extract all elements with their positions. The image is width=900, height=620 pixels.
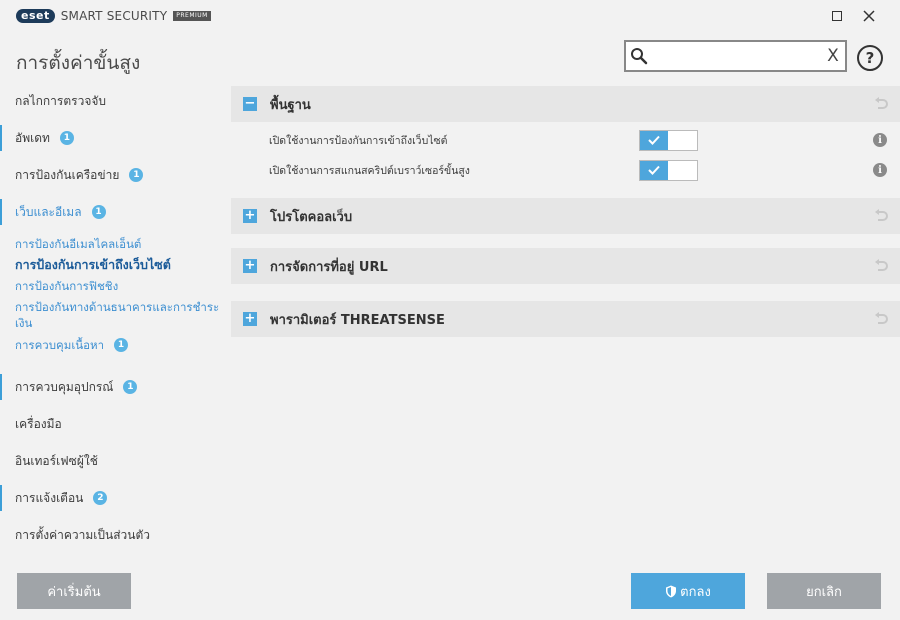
product-name: SMART SECURITY xyxy=(60,9,168,23)
sidebar-item-label: การควบคุมอุปกรณ์ xyxy=(15,379,114,394)
setting-label: เปิดใช้งานการป้องกันการเข้าถึงเว็บไซต์ xyxy=(269,134,448,147)
sidebar-item-label: การแจ้งเตือน xyxy=(15,490,84,505)
sidebar-item-user-interface[interactable]: อินเทอร์เฟซผู้ใช้ xyxy=(0,448,222,474)
setting-row-advanced-browser-script-scan: เปิดใช้งานการสแกนสคริปต์เบราว์เซอร์ขั้นส… xyxy=(231,155,900,185)
sidebar-item-label: การควบคุมเนื้อหา xyxy=(15,338,105,352)
setting-label: เปิดใช้งานการสแกนสคริปต์เบราว์เซอร์ขั้นส… xyxy=(269,164,470,177)
sidebar-item-label: อินเทอร์เฟซผู้ใช้ xyxy=(15,453,98,468)
app-logo: eset SMART SECURITY PREMIUM xyxy=(16,9,211,23)
section-threatsense-parameters[interactable]: + พารามิเตอร์ THREATSENSE xyxy=(231,301,900,337)
sidebar-item-tools[interactable]: เครื่องมือ xyxy=(0,411,222,437)
sidebar-subitem-banking-payment-protection[interactable]: การป้องกันทางด้านธนาคารและการชำระเงิน xyxy=(15,299,220,331)
maximize-button[interactable] xyxy=(826,6,848,26)
expand-icon[interactable]: + xyxy=(243,259,257,273)
setting-row-web-access-protection: เปิดใช้งานการป้องกันการเข้าถึงเว็บไซต์ i xyxy=(231,125,900,155)
sidebar-item-web-and-email[interactable]: เว็บและอีเมล 1 xyxy=(0,199,222,225)
toggle-advanced-browser-script-scan[interactable] xyxy=(639,159,698,181)
sidebar-item-network-protection[interactable]: การป้องกันเครือข่าย 1 xyxy=(0,162,222,188)
sidebar-item-label: เว็บและอีเมล xyxy=(15,204,82,219)
revert-icon[interactable] xyxy=(873,209,889,223)
info-icon[interactable]: i xyxy=(873,133,887,147)
revert-icon[interactable] xyxy=(873,97,889,111)
help-button[interactable]: ? xyxy=(857,45,883,71)
revert-icon[interactable] xyxy=(873,312,889,326)
sidebar-subitem-email-client-protection[interactable]: การป้องกันอีเมลไคลเอ็นต์ xyxy=(15,236,220,252)
sidebar-item-update[interactable]: อัพเดท 1 xyxy=(0,125,222,151)
sidebar-item-device-control[interactable]: การควบคุมอุปกรณ์ 1 xyxy=(0,374,222,400)
edition-badge: PREMIUM xyxy=(173,11,211,21)
maximize-icon xyxy=(832,11,842,21)
sidebar-item-label: การป้องกันเครือข่าย xyxy=(15,167,120,182)
sidebar-item-detection-engine[interactable]: กลไกการตรวจจับ xyxy=(0,88,222,114)
clear-search-button[interactable]: X xyxy=(821,42,845,70)
shield-icon xyxy=(666,585,677,597)
section-basic[interactable]: − พื้นฐาน xyxy=(231,86,900,122)
sidebar-item-label: กลไกการตรวจจับ xyxy=(15,93,107,108)
section-title: พื้นฐาน xyxy=(270,97,311,113)
notification-badge: 1 xyxy=(91,205,106,219)
search-input[interactable] xyxy=(652,43,821,69)
section-title: การจัดการที่อยู่ URL xyxy=(270,259,388,275)
page-title: การตั้งค่าขั้นสูง xyxy=(16,52,141,74)
notification-badge: 2 xyxy=(93,491,108,505)
sidebar-item-label: อัพเดท xyxy=(15,130,50,145)
sidebar-subitem-parental-control[interactable]: การควบคุมเนื้อหา 1 xyxy=(15,337,220,353)
brand-logo: eset xyxy=(16,9,55,23)
section-title: โปรโตคอลเว็บ xyxy=(270,209,353,225)
expand-icon[interactable]: + xyxy=(243,312,257,326)
close-icon xyxy=(863,10,875,22)
sidebar-item-privacy-settings[interactable]: การตั้งค่าความเป็นส่วนตัว xyxy=(0,522,222,548)
expand-icon[interactable]: + xyxy=(243,209,257,223)
section-title: พารามิเตอร์ THREATSENSE xyxy=(270,312,445,328)
notification-badge: 1 xyxy=(123,380,138,394)
sidebar-subitem-anti-phishing[interactable]: การป้องกันการฟิชชิง xyxy=(15,278,220,294)
sidebar-item-label: การตั้งค่าความเป็นส่วนตัว xyxy=(15,527,150,542)
notification-badge: 1 xyxy=(114,338,129,352)
cancel-button[interactable]: ยกเลิก xyxy=(767,573,881,609)
collapse-icon[interactable]: − xyxy=(243,97,257,111)
sidebar-subitem-web-access-protection[interactable]: การป้องกันการเข้าถึงเว็บไซต์ xyxy=(15,257,220,273)
section-url-management[interactable]: + การจัดการที่อยู่ URL xyxy=(231,248,900,284)
toggle-web-access-protection[interactable] xyxy=(639,129,698,151)
revert-icon[interactable] xyxy=(873,259,889,273)
ok-button[interactable]: ตกลง xyxy=(631,573,745,609)
sidebar-item-label: เครื่องมือ xyxy=(15,416,62,431)
close-window-button[interactable] xyxy=(858,6,880,26)
notification-badge: 1 xyxy=(129,168,144,182)
ok-button-label: ตกลง xyxy=(680,584,711,600)
check-icon xyxy=(640,160,668,180)
title-bar: eset SMART SECURITY PREMIUM xyxy=(0,0,900,32)
info-icon[interactable]: i xyxy=(873,163,887,177)
notification-badge: 1 xyxy=(59,131,74,145)
check-icon xyxy=(640,130,668,150)
section-web-protocols[interactable]: + โปรโตคอลเว็บ xyxy=(231,198,900,234)
search-box: X xyxy=(624,40,847,72)
default-button[interactable]: ค่าเริ่มต้น xyxy=(17,573,131,609)
search-icon xyxy=(626,42,652,70)
sidebar-item-notifications[interactable]: การแจ้งเตือน 2 xyxy=(0,485,222,511)
